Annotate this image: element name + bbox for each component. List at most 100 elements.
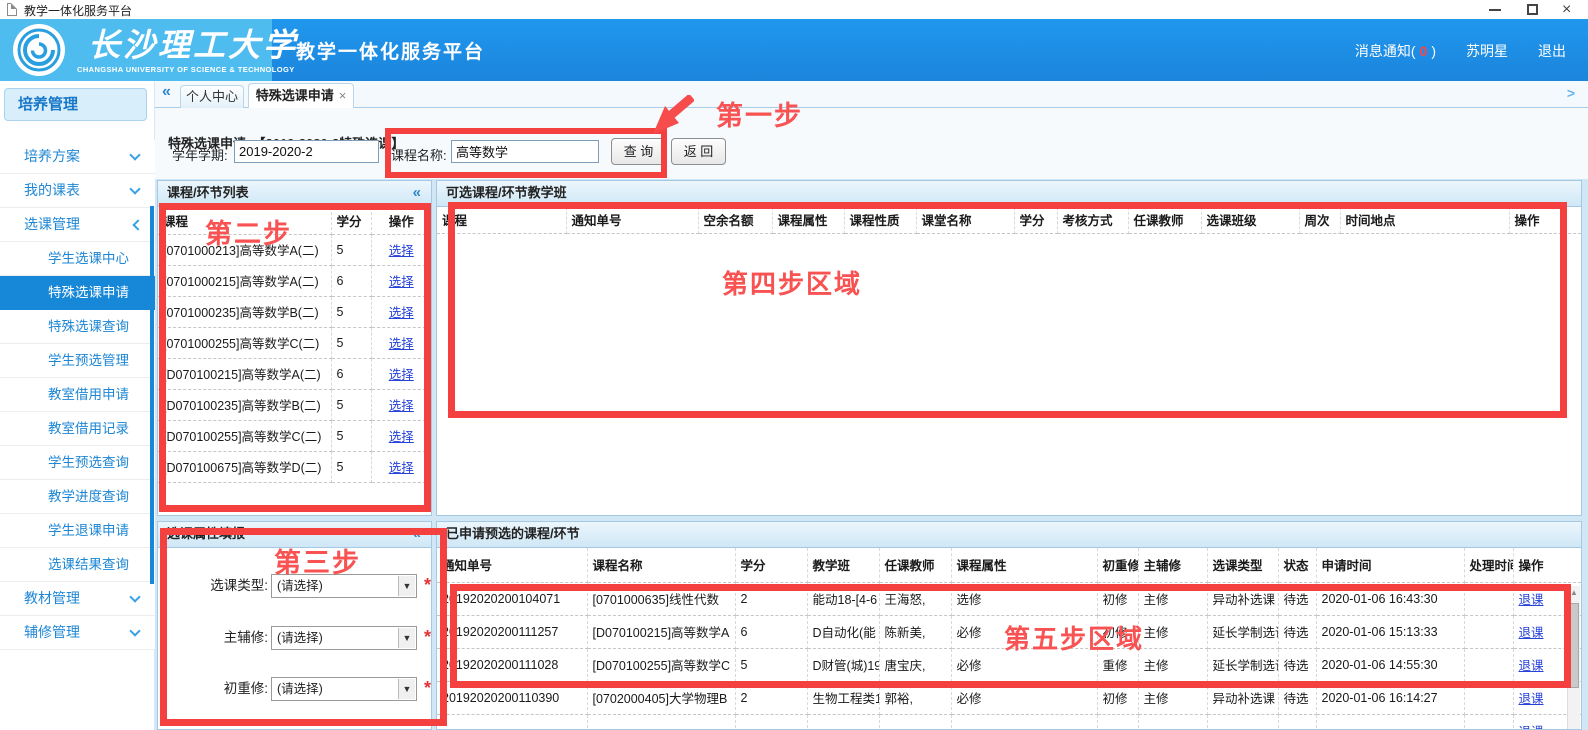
minimize-icon[interactable] [1489,9,1501,11]
teacher-cell: 陈新美, [879,615,951,648]
major-minor-select[interactable]: (请选择)▼ [271,626,417,650]
select-link[interactable]: 选择 [389,368,414,382]
tab-close-icon[interactable]: × [339,88,347,103]
course-row: [D070100255]高等数学C(二) 5 选择 [158,420,431,451]
column-header: 课程属性 [772,207,844,233]
close-icon[interactable]: × [1562,0,1571,19]
search-button[interactable]: 查 询 [611,138,666,165]
column-header: 通知单号 [566,207,698,233]
sidebar-item-training-plan[interactable]: 培养方案 [0,140,155,174]
window-title: 教学一体化服务平台 [24,2,132,19]
maximize-icon[interactable] [1527,4,1538,15]
select-link[interactable]: 选择 [389,399,414,413]
vertical-scrollbar[interactable]: ▲ [1567,586,1580,730]
select-link[interactable]: 选择 [389,430,414,444]
tab-personal-center[interactable]: 个人中心 [180,85,244,108]
term-input[interactable] [234,140,379,163]
course-name-cell: [0701000635]线性代数 [587,582,735,615]
sidebar-section-title[interactable]: 培养管理 [4,88,147,121]
column-header: 状态 [1278,548,1316,582]
notice-number-cell: 20192020200104071 [437,582,587,615]
available-classes-header: 可选课程/环节教学班 [437,181,1581,207]
logout-button[interactable]: 退出 [1538,41,1566,61]
app-window: 教学一体化服务平台 × 长沙理工大学 CHANGSHA UNIVERSITY O… [0,0,1588,730]
drop-course-link[interactable]: 退课 [1519,626,1544,640]
tab-special-selection-apply[interactable]: 特殊选课申请× [248,83,354,108]
credit-cell: 6 [735,615,807,648]
sidebar-item-student-course-center[interactable]: 学生选课中心 [0,242,155,276]
select-link[interactable]: 选择 [389,244,414,258]
document-icon [7,3,17,16]
credit-cell: 6 [331,265,371,296]
tabs-scroll-right-icon[interactable]: > [1567,85,1575,101]
course-attr-cell [951,714,1097,730]
column-header: 课程属性 [951,548,1097,582]
course-cell: [0701000213]高等数学A(二) [158,234,331,265]
select-link[interactable]: 选择 [389,461,414,475]
dropdown-arrow-icon: ▼ [398,628,415,648]
column-header: 操作 [1509,207,1581,233]
sidebar-item-minor-mgmt[interactable]: 辅修管理 [0,616,155,650]
selection-type-label: 选课类型: [158,574,268,598]
process-time-cell [1464,615,1513,648]
sidebar-item-special-selection-query[interactable]: 特殊选课查询 [0,310,155,344]
selection-type-select[interactable]: (请选择)▼ [271,574,417,598]
column-header: 考核方式 [1057,207,1128,233]
course-cell: [0701000255]高等数学C(二) [158,327,331,358]
first-retake-cell: 初修 [1097,681,1138,714]
course-name-cell: [0702000405]大学物理B [587,681,735,714]
status-badge: 待选 [1278,582,1316,615]
sidebar-item-classroom-borrow-records[interactable]: 教室借用记录 [0,412,155,446]
credit-cell: 6 [331,358,371,389]
drop-course-link[interactable]: 退课 [1519,593,1544,607]
sidebar-item-course-selection-mgmt[interactable]: 选课管理 [0,208,155,242]
tabs-scroll-left-icon[interactable]: « [162,83,171,101]
course-list-header: 课程/环节列表 « [158,181,431,207]
course-row: [0701000255]高等数学C(二) 5 选择 [158,327,431,358]
dropdown-arrow-icon: ▼ [398,679,415,699]
notice-number-cell: 20192020200111028 [437,648,587,681]
sidebar-item-textbook-mgmt[interactable]: 教材管理 [0,582,155,616]
sidebar-item-student-drop-apply[interactable]: 学生退课申请 [0,514,155,548]
column-header: 通知单号 [437,548,587,582]
chevron-down-icon [129,183,140,194]
selection-attributes-panel: 选课属性填报 « 选课类型: (请选择)▼ * 主辅修: (请选择)▼ * 初重… [157,521,432,730]
sidebar-item-special-selection-apply[interactable]: 特殊选课申请 [0,276,155,310]
drop-course-link[interactable]: 退课 [1519,725,1544,730]
sidebar-item-my-timetable[interactable]: 我的课表 [0,174,155,208]
sidebar-item-teaching-progress-query[interactable]: 教学进度查询 [0,480,155,514]
collapse-icon[interactable]: « [413,522,421,546]
sidebar-item-selection-result-query[interactable]: 选课结果查询 [0,548,155,582]
selection-type-cell: 延长学制选课 [1207,648,1278,681]
chevron-left-icon [132,219,143,230]
notifications-link[interactable]: 消息通知(0) [1355,41,1436,61]
window-titlebar: 教学一体化服务平台 × [0,0,1588,19]
scrollbar-up-icon[interactable]: ▲ [1568,586,1580,600]
select-link[interactable]: 选择 [389,306,414,320]
course-name-input[interactable] [451,140,599,163]
select-link[interactable]: 选择 [389,337,414,351]
scrollbar-thumb[interactable] [1569,603,1579,688]
select-link[interactable]: 选择 [389,275,414,289]
selection-type-cell: 异动补选课 [1207,582,1278,615]
drop-course-link[interactable]: 退课 [1519,692,1544,706]
teaching-class-cell [807,714,879,730]
drop-course-link[interactable]: 退课 [1519,659,1544,673]
course-attr-cell: 必修 [951,615,1097,648]
apply-time-cell: 2020-01-06 16:14:27 [1316,681,1464,714]
sidebar-item-student-preselect-query[interactable]: 学生预选查询 [0,446,155,480]
username[interactable]: 苏明星 [1466,41,1508,61]
sidebar-item-student-preselect-mgmt[interactable]: 学生预选管理 [0,344,155,378]
first-retake-select[interactable]: (请选择)▼ [271,677,417,701]
collapse-icon[interactable]: « [413,181,421,205]
university-name-cn: 长沙理工大学 [88,20,298,66]
course-attr-cell: 选修 [951,582,1097,615]
process-time-cell [1464,714,1513,730]
major-minor-field: 主辅修: (请选择)▼ * [158,626,432,650]
column-header: 课程性质 [844,207,916,233]
back-button[interactable]: 返 回 [671,138,726,165]
sidebar-item-classroom-borrow-apply[interactable]: 教室借用申请 [0,378,155,412]
first-retake-cell: 重修 [1097,648,1138,681]
chevron-down-icon [129,625,140,636]
notice-number-cell: 20192020200111257 [437,615,587,648]
